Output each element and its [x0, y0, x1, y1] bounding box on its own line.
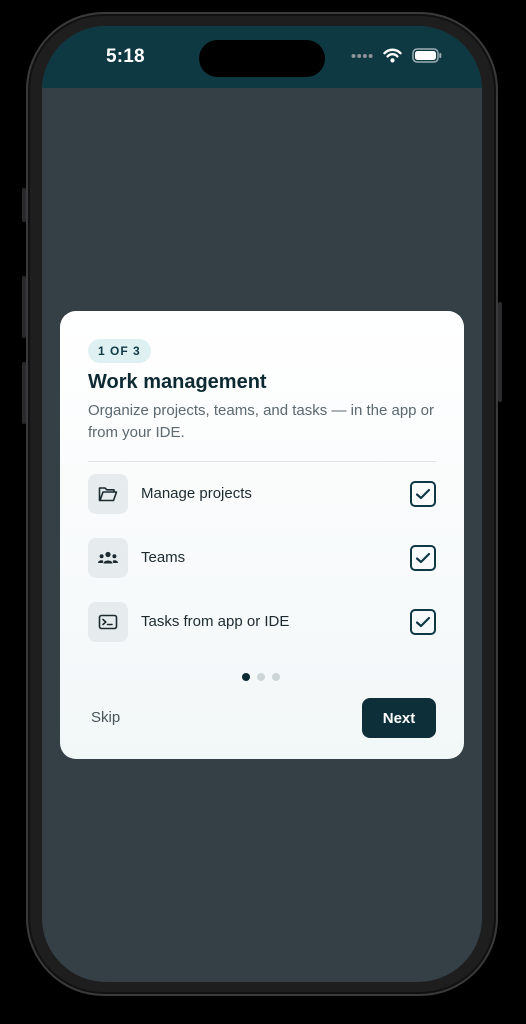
- terminal-icon: [98, 614, 118, 630]
- feature-checkbox[interactable]: [410, 481, 436, 507]
- feature-label: Tasks from app or IDE: [141, 613, 290, 630]
- feature-item: Teams: [88, 538, 436, 578]
- volume-down-button: [22, 362, 26, 424]
- feature-icon-tile: [88, 474, 128, 514]
- check-icon: [415, 488, 431, 500]
- people-group-icon: [98, 551, 118, 564]
- divider: [88, 461, 436, 462]
- onboarding-description: Organize projects, teams, and tasks — in…: [88, 402, 435, 441]
- pagination-dots: [242, 673, 280, 681]
- phone-frame: 5:18 1 OF 3 Work management Organize pro…: [22, 12, 502, 996]
- battery-icon: [412, 48, 442, 63]
- folder-open-icon: [98, 487, 118, 502]
- feature-label: Manage projects: [141, 485, 252, 502]
- volume-up-button: [22, 276, 26, 338]
- step-badge: 1 OF 3: [88, 339, 151, 363]
- power-button: [498, 302, 502, 402]
- signal-dots-icon: [351, 53, 373, 58]
- dynamic-island: [199, 40, 325, 77]
- check-icon: [415, 552, 431, 564]
- feature-item: Manage projects: [88, 474, 436, 514]
- feature-label: Teams: [141, 549, 186, 566]
- status-bar: 5:18: [42, 26, 482, 88]
- check-icon: [415, 616, 431, 628]
- feature-checkbox[interactable]: [410, 609, 436, 635]
- next-button[interactable]: Next: [362, 698, 436, 738]
- status-time: 5:18: [106, 46, 145, 67]
- feature-icon-tile: [88, 538, 128, 578]
- pagination-dot-active[interactable]: [242, 673, 250, 681]
- onboarding-title: Work management: [88, 371, 267, 393]
- onboarding-card: 1 OF 3 Work management Organize projects…: [60, 311, 464, 759]
- feature-checkbox[interactable]: [410, 545, 436, 571]
- action-button: [22, 188, 26, 222]
- pagination-dot[interactable]: [257, 673, 265, 681]
- wifi-icon: [383, 48, 402, 63]
- screen: 5:18 1 OF 3 Work management Organize pro…: [42, 26, 482, 982]
- pagination-dot[interactable]: [272, 673, 280, 681]
- feature-icon-tile: [88, 602, 128, 642]
- feature-item: Tasks from app or IDE: [88, 602, 436, 642]
- status-icons: [351, 48, 442, 63]
- skip-button[interactable]: Skip: [91, 709, 120, 726]
